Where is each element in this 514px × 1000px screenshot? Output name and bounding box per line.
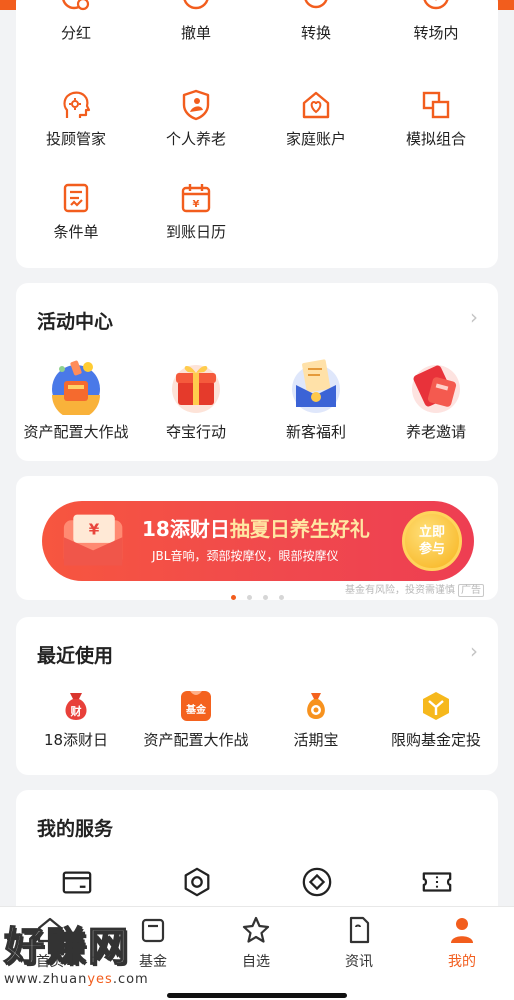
recent-item-18-day[interactable]: 财 18添财日 bbox=[16, 689, 136, 750]
recent-item-limited-fund-plan[interactable]: 限购基金定投 bbox=[376, 689, 496, 750]
my-services-title: 我的服务 bbox=[37, 818, 114, 840]
hexagon-settings-icon[interactable] bbox=[181, 866, 213, 898]
coin-bag-icon bbox=[307, 693, 325, 719]
menu-item-cancel-order[interactable]: 撤单 bbox=[136, 0, 256, 43]
activity-item-new-customer[interactable]: 新客福利 bbox=[256, 355, 376, 442]
fund-icon: 基金 bbox=[181, 691, 211, 721]
advisor-icon bbox=[63, 91, 91, 118]
menu-item-transfer-in[interactable]: 转场内 bbox=[376, 0, 496, 43]
menu-item-advisor[interactable]: 投顾管家 bbox=[16, 88, 136, 149]
diamond-coin-icon[interactable] bbox=[301, 866, 333, 898]
asset-allocation-icon bbox=[52, 360, 100, 415]
activity-item-treasure[interactable]: 夺宝行动 bbox=[136, 355, 256, 442]
tab-news[interactable]: 资讯 bbox=[309, 915, 409, 971]
dividend-icon bbox=[62, 0, 90, 11]
money-bag-icon: 财 bbox=[65, 693, 87, 720]
pension-icon bbox=[182, 89, 210, 121]
home-indicator bbox=[167, 993, 347, 998]
recent-item-current-treasure[interactable]: 活期宝 bbox=[256, 689, 376, 750]
menu-item-arrival-calendar[interactable]: ¥ 到账日历 bbox=[136, 181, 256, 242]
news-icon bbox=[349, 916, 370, 944]
gift-box-icon bbox=[172, 365, 220, 413]
svg-text:财: 财 bbox=[70, 704, 82, 718]
ad-tag: 广告 bbox=[458, 584, 484, 597]
menu-item-conditional-order[interactable]: 条件单 bbox=[16, 181, 136, 242]
site-watermark: 好赚网 www.zhuanyes.com bbox=[3, 914, 194, 994]
convert-icon bbox=[304, 0, 328, 9]
chevron-right-icon[interactable]: › bbox=[470, 639, 478, 663]
svg-text:¥: ¥ bbox=[193, 199, 200, 210]
svg-text:¥: ¥ bbox=[89, 520, 100, 538]
promo-banner-card: ¥ 18添财日抽夏日养生好礼 JBL音响，颈部按摩仪，眼部按摩仪 立即 参与 基… bbox=[16, 476, 498, 600]
carousel-dot[interactable] bbox=[247, 595, 252, 600]
activity-center-card: 活动中心 › 资产配置大作战 夺宝行动 新客福利 养老邀请 bbox=[16, 283, 498, 461]
menu-item-dividend[interactable]: 分红 bbox=[16, 0, 136, 43]
recent-use-card: 最近使用 › 财 18添财日 基金 资产配置大作战 活期宝 限购基金定投 bbox=[16, 617, 498, 775]
new-customer-icon bbox=[292, 359, 340, 413]
arrival-calendar-icon: ¥ bbox=[181, 184, 211, 213]
ticket-icon[interactable] bbox=[421, 866, 453, 898]
promo-banner[interactable]: ¥ 18添财日抽夏日养生好礼 JBL音响，颈部按摩仪，眼部按摩仪 立即 参与 bbox=[42, 501, 474, 581]
carousel-dot[interactable] bbox=[279, 595, 284, 600]
chevron-right-icon[interactable]: › bbox=[470, 305, 478, 329]
carousel-dot[interactable] bbox=[231, 595, 236, 600]
simulated-portfolio-icon bbox=[422, 91, 450, 119]
tab-mine[interactable]: 我的 bbox=[412, 915, 512, 971]
activity-item-pension-invite[interactable]: 养老邀请 bbox=[376, 355, 496, 442]
menu-item-family-account[interactable]: 家庭账户 bbox=[256, 88, 376, 149]
menu-item-pension[interactable]: 个人养老 bbox=[136, 88, 256, 149]
banner-title: 18添财日抽夏日养生好礼 bbox=[142, 517, 370, 541]
user-icon bbox=[451, 918, 473, 943]
join-now-button[interactable]: 立即 参与 bbox=[402, 511, 462, 571]
tab-watchlist[interactable]: 自选 bbox=[206, 915, 306, 971]
watermark-brand: 好赚网 bbox=[3, 923, 130, 971]
activity-center-title: 活动中心 bbox=[37, 311, 114, 333]
activity-item-asset-allocation[interactable]: 资产配置大作战 bbox=[16, 355, 136, 442]
banner-subtitle: JBL音响，颈部按摩仪，眼部按摩仪 bbox=[152, 549, 339, 563]
quick-menu-card: 分红 撤单 转换 转场内 投顾管家 个人养老 家庭账户 模拟组合 条件单 ¥ 到… bbox=[16, 0, 498, 268]
watermark-url: www.zhuanyes.com bbox=[4, 972, 149, 987]
menu-item-simulated-portfolio[interactable]: 模拟组合 bbox=[376, 88, 496, 149]
menu-item-convert[interactable]: 转换 bbox=[256, 0, 376, 43]
recent-use-title: 最近使用 bbox=[37, 645, 114, 667]
svg-text:基金: 基金 bbox=[185, 703, 207, 716]
transfer-in-icon bbox=[423, 0, 449, 10]
cancel-order-icon bbox=[183, 0, 209, 10]
carousel-dots bbox=[231, 585, 295, 600]
recent-item-asset-allocation[interactable]: 基金 资产配置大作战 bbox=[136, 689, 256, 750]
family-account-icon bbox=[302, 91, 330, 119]
gem-icon bbox=[423, 692, 449, 720]
risk-disclaimer: 基金有风险，投资需谨慎 广告 bbox=[345, 581, 484, 597]
bank-card-icon[interactable] bbox=[61, 866, 93, 898]
red-envelope-icon bbox=[412, 365, 460, 413]
conditional-order-icon bbox=[63, 183, 89, 213]
carousel-dot[interactable] bbox=[263, 595, 268, 600]
red-envelope-banner-icon: ¥ bbox=[63, 514, 123, 566]
star-icon bbox=[242, 916, 270, 943]
